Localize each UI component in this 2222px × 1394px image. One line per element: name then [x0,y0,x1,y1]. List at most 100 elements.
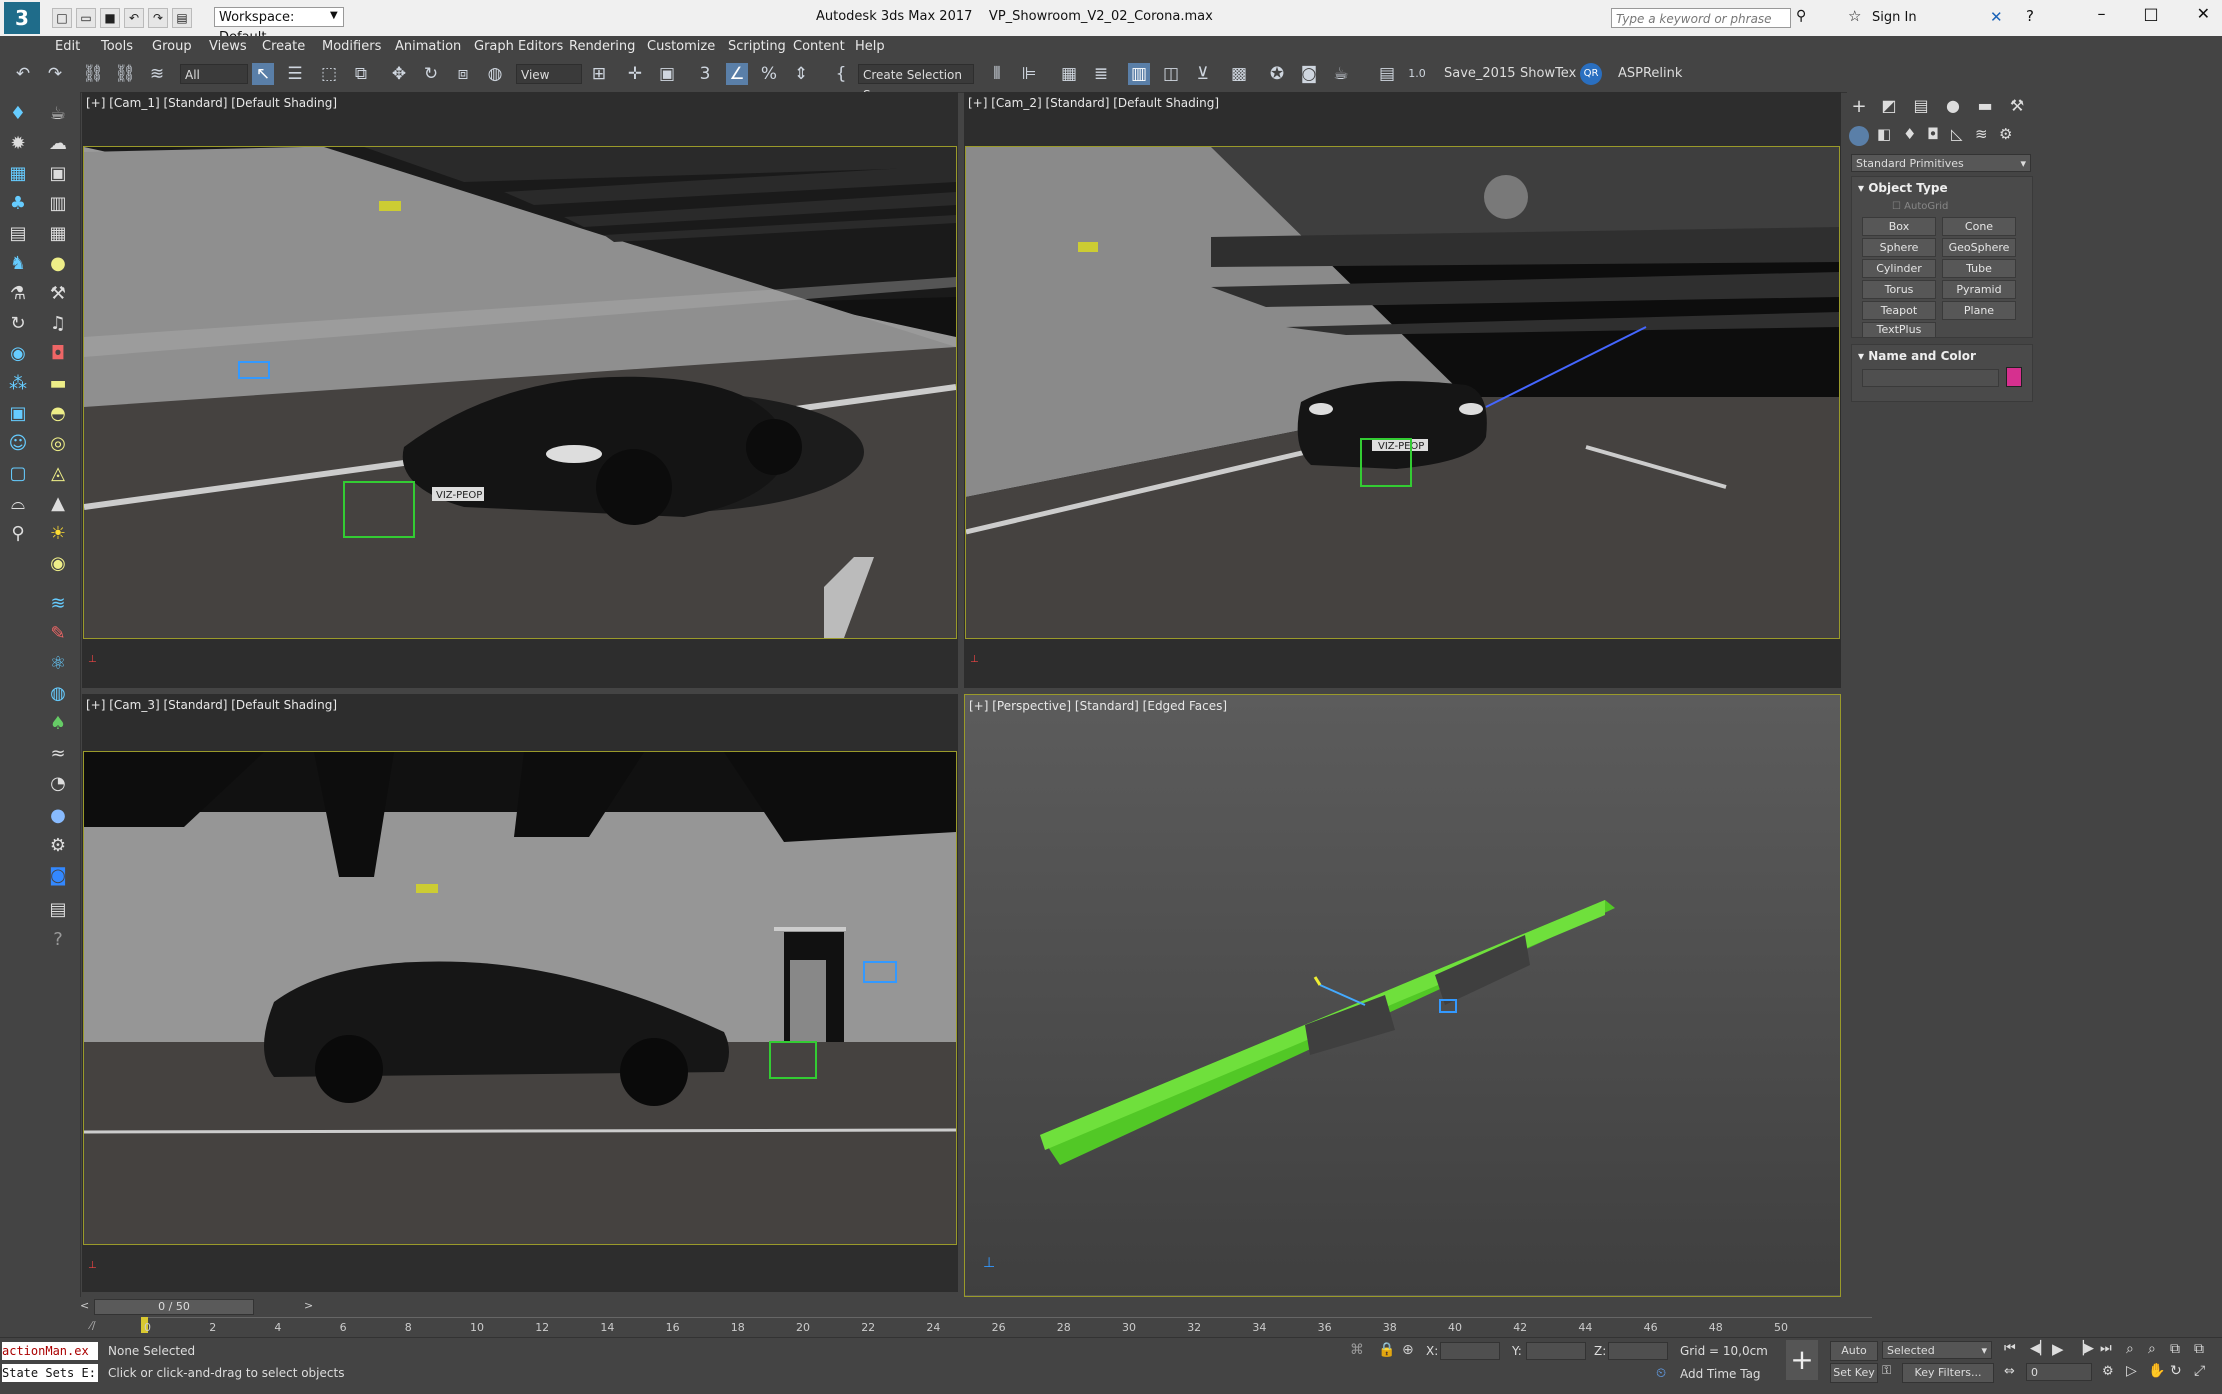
align-icon[interactable]: ⊫ [1018,63,1040,85]
bind-spacewarp-icon[interactable]: ≋ [146,63,168,85]
select-by-name-icon[interactable]: ☰ [284,63,306,85]
tree-icon[interactable]: ♣ [6,192,30,216]
orbit-icon[interactable]: ↻ [2170,1363,2182,1379]
angle-snap-icon[interactable]: ∠ [726,63,748,85]
menu-rendering[interactable]: Rendering [569,39,635,54]
goto-start-icon[interactable]: ⏮ [2004,1341,2016,1356]
minimize-icon[interactable]: – [2097,4,2105,23]
asprelink-button[interactable]: ASPRelink [1618,66,1682,81]
rotate-tool-icon[interactable]: ↻ [6,312,30,336]
cylinder-button[interactable]: Cylinder [1862,259,1936,278]
save-file-icon[interactable]: ■ [100,8,120,28]
molecule-icon[interactable]: ⚛ [46,652,70,676]
prev-key-icon[interactable]: ◀▏ [2030,1341,2050,1356]
viewport-perspective[interactable]: [+] [Perspective] [Standard] [Edged Face… [964,694,1841,1297]
workspace-dropdown[interactable]: Workspace: Default [214,7,344,45]
sphere-light-icon[interactable]: ◎ [46,432,70,456]
helpers-icon[interactable]: ◺ [1951,125,1963,143]
book-icon[interactable]: ▤ [6,222,30,246]
current-frame-field[interactable]: 0 [2026,1363,2092,1381]
menu-customize[interactable]: Customize [647,39,715,54]
utilities-tab-icon[interactable]: ⚒ [2005,96,2029,120]
help-icon[interactable]: ? [2026,7,2034,25]
object-type-title[interactable]: ▾ Object Type [1858,181,1948,195]
teapot-icon[interactable]: ☕ [46,102,70,126]
absolute-mode-icon[interactable]: ⊕ [1402,1342,1414,1358]
manipulate-icon[interactable]: ✛ [624,63,646,85]
plane-button[interactable]: Plane [1942,301,2016,320]
shapes-icon[interactable]: ◧ [1877,125,1891,143]
auto-key-button[interactable]: Auto Key [1830,1341,1878,1375]
edit-named-selection-icon[interactable]: { [830,63,852,85]
maxscript-listener-bottom[interactable]: State Sets E: [2,1364,98,1382]
pan-icon[interactable]: ✋ [2148,1363,2165,1379]
rotate-icon[interactable]: ↻ [420,63,442,85]
named-selection-dropdown[interactable]: Create Selection Se [858,64,974,102]
frame-icon[interactable]: ▢ [6,462,30,486]
zoom-all-icon[interactable]: ⌕ [2148,1341,2156,1357]
lights-icon[interactable]: ♦ [1903,125,1916,143]
object-color-swatch[interactable] [2006,367,2022,387]
add-time-tag-button[interactable]: Add Time Tag [1680,1367,1761,1381]
set-key-button[interactable]: Set Key [1830,1363,1878,1383]
link-icon[interactable]: ⛓ [82,63,104,85]
maxscript-listener-top[interactable]: actionMan.ex [2,1342,98,1360]
viewport-cam2[interactable]: [+] [Cam_2] [Standard] [Default Shading]… [964,92,1841,688]
primitive-type-dropdown[interactable]: Standard Primitives ▾ [1851,154,2031,172]
menu-create[interactable]: Create [262,39,305,54]
maximize-icon[interactable]: □ [2143,4,2158,23]
viewport-scene[interactable]: VIZ-PEOP [83,146,957,639]
wrench-icon[interactable]: ⚒ [46,282,70,306]
curve-editor-icon[interactable]: ◫ [1160,63,1182,85]
name-color-title[interactable]: ▾ Name and Color [1858,349,1976,363]
showtex-button[interactable]: ShowTex [1520,66,1576,81]
planet-icon[interactable]: ◍ [46,682,70,706]
viewport-scene[interactable] [83,751,957,1245]
autogrid-checkbox[interactable]: ☐ AutoGrid [1892,201,1948,212]
menu-group[interactable]: Group [152,39,192,54]
hair-icon[interactable]: ≋ [46,592,70,616]
ambient-icon[interactable]: ◉ [46,552,70,576]
torus-button[interactable]: Torus [1862,280,1936,299]
scatter-icon[interactable]: ⁂ [6,372,30,396]
modify-tab-icon[interactable]: ◩ [1877,96,1901,120]
viewport-label[interactable]: [+] [Cam_3] [Standard] [Default Shading] [86,698,337,712]
maximize-viewport-icon[interactable]: ⤢ [2194,1363,2205,1379]
field-of-view-icon[interactable]: ▷ [2126,1363,2137,1379]
version-icon[interactable]: 1.0 [1406,63,1428,85]
undo-icon[interactable]: ↶ [124,8,144,28]
display-tab-icon[interactable]: ▬ [1973,96,1997,120]
light-bulb-icon[interactable]: ♦ [6,102,30,126]
zoom-extents-all-icon[interactable]: ⧉ [2194,1341,2204,1357]
menu-tools[interactable]: Tools [101,39,133,54]
cameras-icon[interactable]: ◘ [1927,125,1939,143]
paint-icon[interactable]: ✎ [46,622,70,646]
viewport-label[interactable]: [+] [Perspective] [Standard] [Edged Face… [969,699,1227,713]
menu-edit[interactable]: Edit [55,39,80,54]
geometry-icon[interactable] [1849,126,1869,146]
plant-icon[interactable]: ♠ [46,712,70,736]
sphere-button[interactable]: Sphere [1862,238,1936,257]
script-icon[interactable]: ▤ [1376,63,1398,85]
textplus-button[interactable]: TextPlus [1862,322,1936,338]
tube-button[interactable]: Tube [1942,259,2016,278]
viewport-cam3[interactable]: [+] [Cam_3] [Standard] [Default Shading] [82,694,958,1292]
create-tab-plus-icon[interactable]: + [1847,96,1871,120]
camera-icon[interactable]: ◘ [46,342,70,366]
menu-views[interactable]: Views [209,39,247,54]
zoom-extents-icon[interactable]: ⧉ [2170,1341,2180,1357]
keyboard-shortcut-icon[interactable]: ▣ [656,63,678,85]
dome-light-icon[interactable]: ◓ [46,402,70,426]
percent-snap-icon[interactable]: % [758,63,780,85]
save-2015-button[interactable]: Save_2015 [1444,66,1516,81]
pin-icon[interactable]: ⚲ [6,522,30,546]
y-coordinate-field[interactable] [1526,1342,1586,1360]
scene-explorer-icon[interactable]: ▦ [1058,63,1080,85]
menu-scripting[interactable]: Scripting [728,39,786,54]
cloud-icon[interactable]: ☁ [46,132,70,156]
box-button[interactable]: Box [1862,217,1936,236]
hair-brush-icon[interactable]: ≈ [46,742,70,766]
sun-icon[interactable]: ✹ [6,132,30,156]
viewport-label[interactable]: [+] [Cam_1] [Standard] [Default Shading] [86,96,337,110]
menu-graph-editors[interactable]: Graph Editors [474,39,563,54]
